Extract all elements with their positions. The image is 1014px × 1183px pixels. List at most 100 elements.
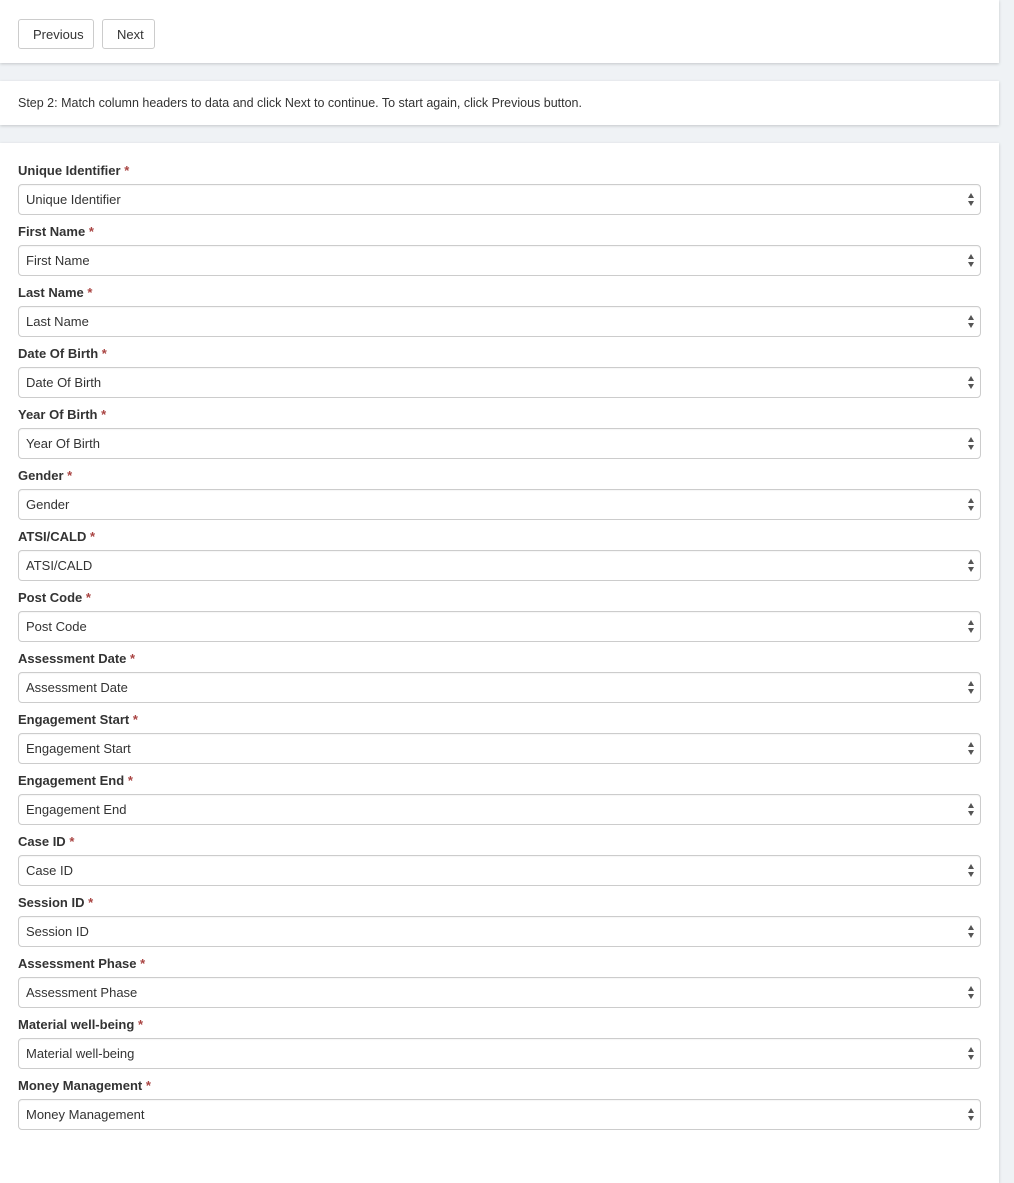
required-marker: * xyxy=(124,163,130,178)
required-marker: * xyxy=(67,468,73,483)
field-label-text: Case ID xyxy=(18,834,66,849)
arrow-down-icon xyxy=(968,384,974,389)
select-arrows-icon xyxy=(968,620,975,633)
arrow-down-icon xyxy=(968,750,974,755)
select-case-id[interactable]: Case ID xyxy=(18,855,981,886)
select-value[interactable]: Assessment Date xyxy=(18,672,981,703)
field-label: First Name * xyxy=(18,224,981,239)
select-arrows-icon xyxy=(968,376,975,389)
required-marker: * xyxy=(101,407,107,422)
select-value[interactable]: Date Of Birth xyxy=(18,367,981,398)
select-date-of-birth[interactable]: Date Of Birth xyxy=(18,367,981,398)
select-arrows-icon xyxy=(968,925,975,938)
arrow-down-icon xyxy=(968,445,974,450)
field-label-text: Assessment Phase xyxy=(18,956,137,971)
field-label: Last Name * xyxy=(18,285,981,300)
arrow-down-icon xyxy=(968,628,974,633)
select-value[interactable]: Money Management xyxy=(18,1099,981,1130)
arrow-down-icon xyxy=(968,323,974,328)
select-value[interactable]: Session ID xyxy=(18,916,981,947)
required-marker: * xyxy=(145,1078,151,1093)
field-assessment-date: Assessment Date * Assessment Date xyxy=(18,651,981,703)
arrow-up-icon xyxy=(968,376,974,381)
required-marker: * xyxy=(130,651,136,666)
field-label: Post Code * xyxy=(18,590,981,605)
field-label: Session ID * xyxy=(18,895,981,910)
select-assessment-date[interactable]: Assessment Date xyxy=(18,672,981,703)
arrow-up-icon xyxy=(968,620,974,625)
field-label-text: Material well-being xyxy=(18,1017,135,1032)
field-material-well-being: Material well-being * Material well-being xyxy=(18,1017,981,1069)
field-label-text: Post Code xyxy=(18,590,83,605)
field-label-text: First Name xyxy=(18,224,86,239)
required-marker: * xyxy=(88,224,94,239)
select-arrows-icon xyxy=(968,986,975,999)
select-first-name[interactable]: First Name xyxy=(18,245,981,276)
field-label-text: Engagement Start xyxy=(18,712,130,727)
next-button[interactable]: Next xyxy=(102,19,155,49)
select-value[interactable]: Engagement Start xyxy=(18,733,981,764)
arrow-up-icon xyxy=(968,1108,974,1113)
arrow-down-icon xyxy=(968,262,974,267)
select-arrows-icon xyxy=(968,437,975,450)
arrow-down-icon xyxy=(968,994,974,999)
select-arrows-icon xyxy=(968,315,975,328)
select-gender[interactable]: Gender xyxy=(18,489,981,520)
field-label-text: Date Of Birth xyxy=(18,346,99,361)
select-value[interactable]: Assessment Phase xyxy=(18,977,981,1008)
field-label: Year Of Birth * xyxy=(18,407,981,422)
field-label: Money Management * xyxy=(18,1078,981,1093)
arrow-down-icon xyxy=(968,506,974,511)
field-label-text: Last Name xyxy=(18,285,84,300)
field-atsi-cald: ATSI/CALD * ATSI/CALD xyxy=(18,529,981,581)
field-label: Unique Identifier * xyxy=(18,163,981,178)
select-arrows-icon xyxy=(968,1108,975,1121)
field-label-text: Year Of Birth xyxy=(18,407,98,422)
field-assessment-phase: Assessment Phase * Assessment Phase xyxy=(18,956,981,1008)
select-value[interactable]: Gender xyxy=(18,489,981,520)
select-value[interactable]: Material well-being xyxy=(18,1038,981,1069)
select-value[interactable]: ATSI/CALD xyxy=(18,550,981,581)
field-label: Engagement Start * xyxy=(18,712,981,727)
field-label-text: Gender xyxy=(18,468,64,483)
field-label: Engagement End * xyxy=(18,773,981,788)
field-label-text: Unique Identifier xyxy=(18,163,121,178)
select-unique-identifier[interactable]: Unique Identifier xyxy=(18,184,981,215)
select-arrows-icon xyxy=(968,1047,975,1060)
select-value[interactable]: Year Of Birth xyxy=(18,428,981,459)
arrow-down-icon xyxy=(968,1055,974,1060)
select-material-well-being[interactable]: Material well-being xyxy=(18,1038,981,1069)
select-value[interactable]: Engagement End xyxy=(18,794,981,825)
select-value[interactable]: Unique Identifier xyxy=(18,184,981,215)
select-arrows-icon xyxy=(968,254,975,267)
column-mapping-form: Unique Identifier * Unique Identifier Firs… xyxy=(0,143,999,1183)
previous-button[interactable]: Previous xyxy=(18,19,94,49)
field-label: Date Of Birth * xyxy=(18,346,981,361)
select-year-of-birth[interactable]: Year Of Birth xyxy=(18,428,981,459)
arrow-down-icon xyxy=(968,1116,974,1121)
select-post-code[interactable]: Post Code xyxy=(18,611,981,642)
select-money-management[interactable]: Money Management xyxy=(18,1099,981,1130)
select-engagement-start[interactable]: Engagement Start xyxy=(18,733,981,764)
select-assessment-phase[interactable]: Assessment Phase xyxy=(18,977,981,1008)
select-atsi-cald[interactable]: ATSI/CALD xyxy=(18,550,981,581)
required-marker: * xyxy=(69,834,75,849)
select-value[interactable]: Last Name xyxy=(18,306,981,337)
arrow-down-icon xyxy=(968,811,974,816)
arrow-up-icon xyxy=(968,1047,974,1052)
field-money-management: Money Management * Money Management xyxy=(18,1078,981,1130)
arrow-up-icon xyxy=(968,254,974,259)
select-value[interactable]: Post Code xyxy=(18,611,981,642)
select-engagement-end[interactable]: Engagement End xyxy=(18,794,981,825)
select-value[interactable]: First Name xyxy=(18,245,981,276)
arrow-up-icon xyxy=(968,315,974,320)
select-last-name[interactable]: Last Name xyxy=(18,306,981,337)
arrow-up-icon xyxy=(968,803,974,808)
step-instructions-panel: Step 2: Match column headers to data and… xyxy=(0,81,999,125)
select-value[interactable]: Case ID xyxy=(18,855,981,886)
field-session-id: Session ID * Session ID xyxy=(18,895,981,947)
arrow-up-icon xyxy=(968,925,974,930)
arrow-up-icon xyxy=(968,681,974,686)
select-session-id[interactable]: Session ID xyxy=(18,916,981,947)
arrow-down-icon xyxy=(968,689,974,694)
